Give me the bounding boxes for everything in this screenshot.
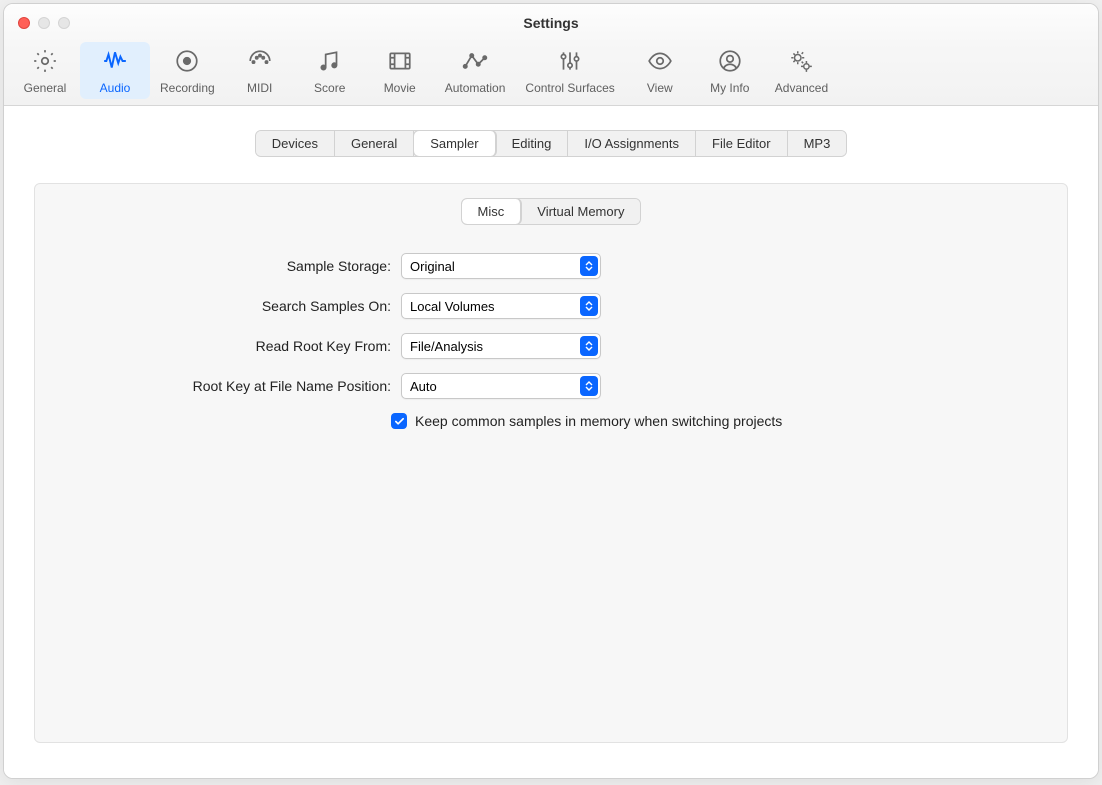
toolbar-label: General: [24, 81, 67, 95]
window-controls: [18, 17, 70, 29]
minimize-window-button[interactable]: [38, 17, 50, 29]
sample-storage-label: Sample Storage:: [81, 258, 391, 274]
toolbar-item-advanced[interactable]: Advanced: [765, 42, 838, 99]
toolbar-label: View: [647, 81, 673, 95]
toolbar-label: Control Surfaces: [525, 81, 614, 95]
sliders-icon: [557, 48, 583, 79]
toolbar-item-score[interactable]: Score: [295, 42, 365, 99]
eye-icon: [647, 48, 673, 79]
sampler-panel: Misc Virtual Memory Sample Storage: Orig…: [34, 183, 1068, 743]
zoom-window-button[interactable]: [58, 17, 70, 29]
keep-samples-label: Keep common samples in memory when switc…: [415, 413, 782, 429]
settings-window: Settings General Audio Recording MIDI: [3, 3, 1099, 779]
tab-sampler[interactable]: Sampler: [414, 131, 495, 156]
chevron-up-down-icon: [580, 296, 598, 316]
toolbar-label: Audio: [100, 81, 131, 95]
keep-samples-checkbox-row: Keep common samples in memory when switc…: [391, 413, 1037, 429]
toolbar-item-my-info[interactable]: My Info: [695, 42, 765, 99]
toolbar-label: Score: [314, 81, 345, 95]
root-key-position-label: Root Key at File Name Position:: [81, 378, 391, 394]
record-icon: [174, 48, 200, 79]
tab-editing[interactable]: Editing: [496, 131, 569, 156]
toolbar-item-view[interactable]: View: [625, 42, 695, 99]
gears-icon: [788, 48, 814, 79]
select-value: Local Volumes: [410, 299, 495, 314]
titlebar: Settings: [4, 4, 1098, 42]
window-title: Settings: [523, 15, 578, 31]
toolbar-label: My Info: [710, 81, 749, 95]
music-notes-icon: [317, 48, 343, 79]
subtab-misc[interactable]: Misc: [462, 199, 522, 224]
search-samples-select[interactable]: Local Volumes: [401, 293, 601, 319]
toolbar-label: MIDI: [247, 81, 272, 95]
toolbar-label: Advanced: [775, 81, 828, 95]
midi-icon: [247, 48, 273, 79]
toolbar: General Audio Recording MIDI Score: [4, 42, 1098, 106]
tab-devices[interactable]: Devices: [256, 131, 335, 156]
toolbar-item-midi[interactable]: MIDI: [225, 42, 295, 99]
film-icon: [387, 48, 413, 79]
automation-icon: [462, 48, 488, 79]
chevron-up-down-icon: [580, 256, 598, 276]
select-value: Auto: [410, 379, 437, 394]
toolbar-label: Recording: [160, 81, 215, 95]
toolbar-item-general[interactable]: General: [10, 42, 80, 99]
read-root-key-label: Read Root Key From:: [81, 338, 391, 354]
read-root-key-select[interactable]: File/Analysis: [401, 333, 601, 359]
tab-mp3[interactable]: MP3: [788, 131, 847, 156]
gear-icon: [32, 48, 58, 79]
keep-samples-checkbox[interactable]: [391, 413, 407, 429]
subtab-virtual-memory[interactable]: Virtual Memory: [521, 199, 640, 224]
tab-io-assignments[interactable]: I/O Assignments: [568, 131, 696, 156]
toolbar-item-audio[interactable]: Audio: [80, 42, 150, 99]
close-window-button[interactable]: [18, 17, 30, 29]
chevron-up-down-icon: [580, 336, 598, 356]
tab-general[interactable]: General: [335, 131, 414, 156]
toolbar-label: Movie: [384, 81, 416, 95]
sampler-subtabs: Misc Virtual Memory: [461, 198, 642, 225]
waveform-icon: [102, 48, 128, 79]
toolbar-label: Automation: [445, 81, 506, 95]
toolbar-item-movie[interactable]: Movie: [365, 42, 435, 99]
sampler-form: Sample Storage: Original Search Samples …: [81, 253, 1037, 399]
select-value: Original: [410, 259, 455, 274]
select-value: File/Analysis: [410, 339, 483, 354]
chevron-up-down-icon: [580, 376, 598, 396]
sample-storage-select[interactable]: Original: [401, 253, 601, 279]
user-circle-icon: [717, 48, 743, 79]
root-key-position-select[interactable]: Auto: [401, 373, 601, 399]
toolbar-item-recording[interactable]: Recording: [150, 42, 225, 99]
search-samples-label: Search Samples On:: [81, 298, 391, 314]
tab-file-editor[interactable]: File Editor: [696, 131, 788, 156]
toolbar-item-automation[interactable]: Automation: [435, 42, 516, 99]
content-area: Devices General Sampler Editing I/O Assi…: [4, 106, 1098, 778]
toolbar-item-control-surfaces[interactable]: Control Surfaces: [515, 42, 624, 99]
audio-tabs: Devices General Sampler Editing I/O Assi…: [255, 130, 848, 157]
